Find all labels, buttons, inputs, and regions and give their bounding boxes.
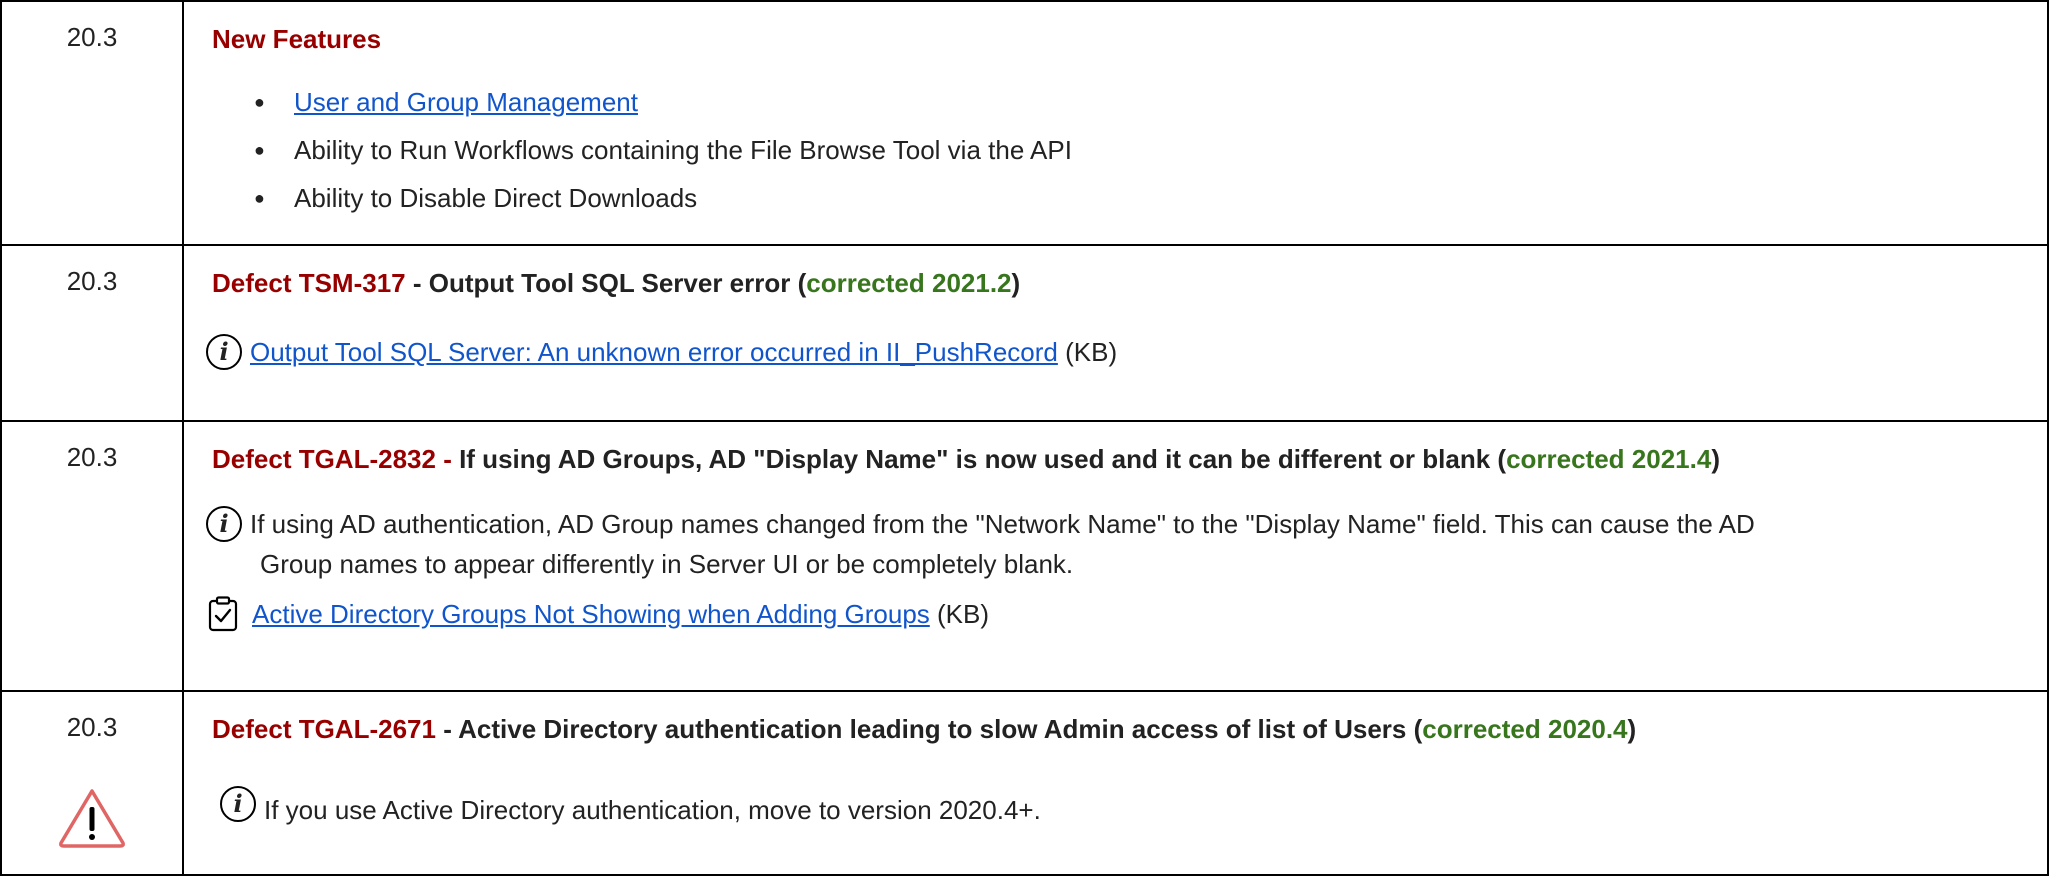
info-note: i If using AD authentication, AD Group n…: [206, 506, 2027, 582]
info-icon: i: [220, 786, 256, 822]
close-paren: ): [1011, 268, 1021, 298]
warning-triangle-icon: [59, 789, 125, 848]
version-cell: 20.3: [0, 690, 184, 876]
bullet-icon: ●: [254, 92, 265, 112]
content-cell: Defect TGAL-2832 - If using AD Groups, A…: [182, 420, 2049, 692]
defect-id: Defect TSM-317: [212, 268, 406, 298]
info-note: i Output Tool SQL Server: An unknown err…: [206, 334, 2027, 370]
version-label: 20.3: [66, 22, 118, 52]
defect-summary: If using AD Groups, AD "Display Name" is…: [459, 444, 1507, 474]
kb-suffix: (KB): [1057, 337, 1118, 367]
version-label: 20.3: [66, 442, 118, 472]
kb-suffix: (KB): [929, 599, 990, 629]
version-cell: 20.3: [0, 244, 184, 422]
content-cell: Defect TSM-317 - Output Tool SQL Server …: [182, 244, 2049, 422]
content-cell: Defect TGAL-2671 - Active Directory auth…: [182, 690, 2049, 876]
feature-text: Ability to Run Workflows containing the …: [294, 135, 1072, 165]
defect-id: Defect TGAL-2671: [212, 714, 436, 744]
section-title: New Features: [212, 24, 382, 54]
kb-note: Active Directory Groups Not Showing when…: [208, 596, 2027, 632]
clipboard-check-icon: [208, 596, 238, 632]
feature-text: Ability to Disable Direct Downloads: [294, 183, 698, 213]
bullet-icon: ●: [254, 140, 265, 160]
kb-content: Active Directory Groups Not Showing when…: [252, 596, 989, 632]
table-row: 20.3 New Features ● User and Group Manag…: [0, 0, 2049, 246]
info-content: If using AD authentication, AD Group nam…: [250, 506, 1755, 582]
defect-title: Defect TGAL-2671 - Active Directory auth…: [212, 712, 2027, 746]
table-row: 20.3 Defect TGAL-2832 - If using AD Grou…: [0, 420, 2049, 692]
list-item: ● User and Group Management: [212, 78, 2027, 126]
info-content: Output Tool SQL Server: An unknown error…: [250, 334, 1117, 370]
info-text: If you use Active Directory authenticati…: [264, 795, 1041, 825]
table-row: 20.3 Defect TSM-317 - Output Tool SQL Se…: [0, 244, 2049, 422]
close-paren: ): [1627, 714, 1637, 744]
defect-id: Defect TGAL-2832: [212, 444, 436, 474]
list-item: ● Ability to Run Workflows containing th…: [212, 126, 2027, 174]
defect-dash: -: [435, 444, 460, 474]
defect-title: Defect TGAL-2832 - If using AD Groups, A…: [212, 442, 2027, 476]
info-icon: i: [206, 506, 242, 542]
bullet-icon: ●: [254, 188, 265, 208]
defect-summary: - Output Tool SQL Server error (: [405, 268, 807, 298]
content-cell: New Features ● User and Group Management…: [182, 0, 2049, 246]
version-label: 20.3: [66, 266, 118, 296]
corrected-version: corrected 2020.4: [1422, 714, 1628, 744]
release-notes-table: 20.3 New Features ● User and Group Manag…: [0, 0, 2049, 876]
version-cell: 20.3: [0, 420, 184, 692]
feature-list: ● User and Group Management ● Ability to…: [212, 78, 2027, 222]
info-text-line2: Group names to appear differently in Ser…: [260, 549, 1074, 579]
kb-link-output-tool[interactable]: Output Tool SQL Server: An unknown error…: [250, 337, 1058, 367]
version-cell: 20.3: [0, 0, 184, 246]
table-row: 20.3 Defect TGAL-2671 - Active Directory…: [0, 690, 2049, 876]
defect-title: Defect TSM-317 - Output Tool SQL Server …: [212, 266, 2027, 300]
list-item: ● Ability to Disable Direct Downloads: [212, 174, 2027, 222]
version-label: 20.3: [66, 712, 118, 742]
close-paren: ): [1711, 444, 1720, 474]
corrected-version: corrected 2021.4: [1506, 444, 1712, 474]
kb-link-active-directory[interactable]: Active Directory Groups Not Showing when…: [252, 599, 930, 629]
info-note: i If you use Active Directory authentica…: [220, 786, 2027, 828]
user-group-management-link[interactable]: User and Group Management: [294, 87, 638, 117]
info-icon: i: [206, 334, 242, 370]
info-text-line1: If using AD authentication, AD Group nam…: [250, 509, 1755, 539]
corrected-version: corrected 2021.2: [806, 268, 1012, 298]
defect-summary: - Active Directory authentication leadin…: [435, 714, 1423, 744]
